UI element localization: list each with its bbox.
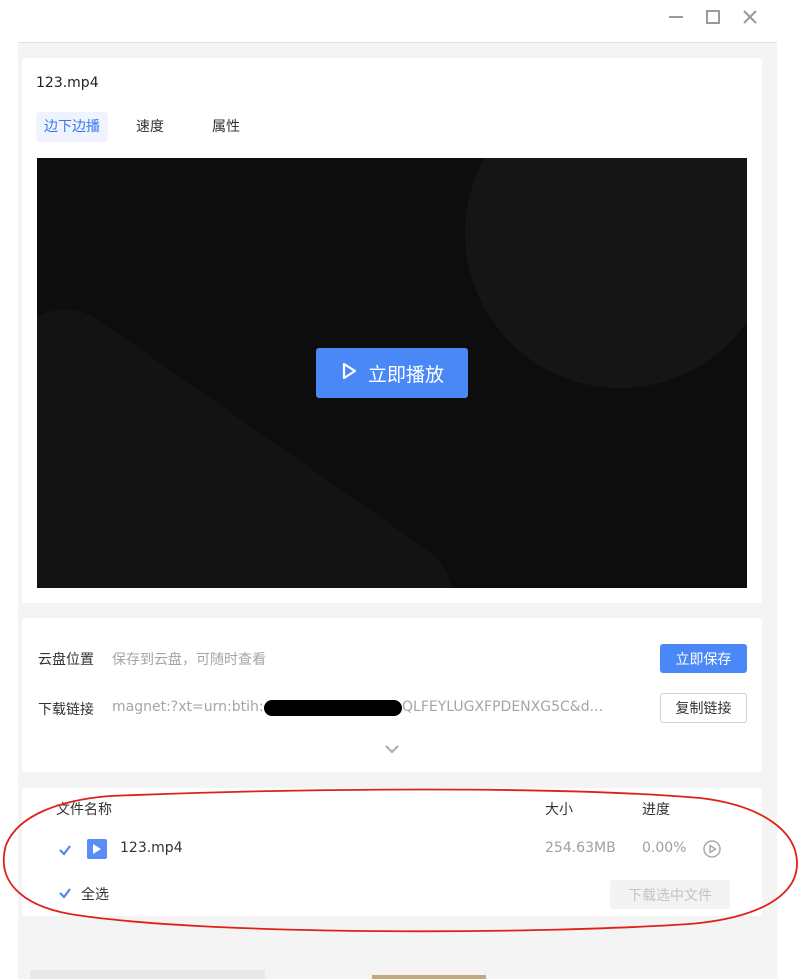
tab-properties[interactable]: 属性 — [204, 112, 248, 142]
column-header-name: 文件名称 — [56, 802, 112, 818]
file-row-checkbox[interactable] — [57, 842, 73, 858]
column-header-progress: 进度 — [642, 802, 670, 818]
title-bar — [0, 0, 798, 43]
bottom-obscured-accent — [372, 975, 486, 979]
bottom-obscured-bar — [30, 970, 265, 979]
file-progress: 0.00% — [642, 840, 687, 856]
player-background-shape — [37, 285, 477, 588]
file-name: 123.mp4 — [120, 840, 183, 856]
file-size: 254.63MB — [545, 840, 616, 856]
copy-link-button[interactable]: 复制链接 — [660, 693, 747, 723]
select-all-checkbox[interactable] — [57, 885, 73, 901]
cloud-location-hint: 保存到云盘，可随时查看 — [112, 652, 266, 668]
chevron-down-icon[interactable] — [384, 740, 400, 759]
player-background-circle — [465, 158, 747, 388]
play-now-button[interactable]: 立即播放 — [316, 348, 468, 398]
select-all-label: 全选 — [81, 887, 109, 903]
cloud-location-label: 云盘位置 — [38, 652, 94, 668]
close-icon[interactable] — [739, 6, 761, 28]
download-selected-button[interactable]: 下载选中文件 — [610, 880, 730, 909]
redaction-mark — [264, 700, 402, 716]
download-link-prefix: magnet:?xt=urn:btih: — [112, 699, 264, 715]
video-file-icon — [87, 839, 107, 859]
file-title: 123.mp4 — [36, 75, 99, 91]
tab-play-while-downloading[interactable]: 边下边播 — [36, 112, 108, 142]
maximize-icon[interactable] — [702, 6, 724, 28]
play-icon — [340, 362, 358, 385]
tab-speed[interactable]: 速度 — [128, 112, 172, 142]
right-margin — [777, 43, 798, 979]
play-now-label: 立即播放 — [367, 363, 444, 386]
play-circle-icon[interactable] — [702, 839, 722, 863]
save-now-button[interactable]: 立即保存 — [660, 644, 747, 673]
download-link-label: 下载链接 — [38, 702, 94, 718]
column-header-size: 大小 — [545, 802, 573, 818]
minimize-icon[interactable] — [665, 6, 687, 28]
download-link-suffix: QLFEYLUGXFPDENXG5C&d... — [402, 699, 603, 715]
